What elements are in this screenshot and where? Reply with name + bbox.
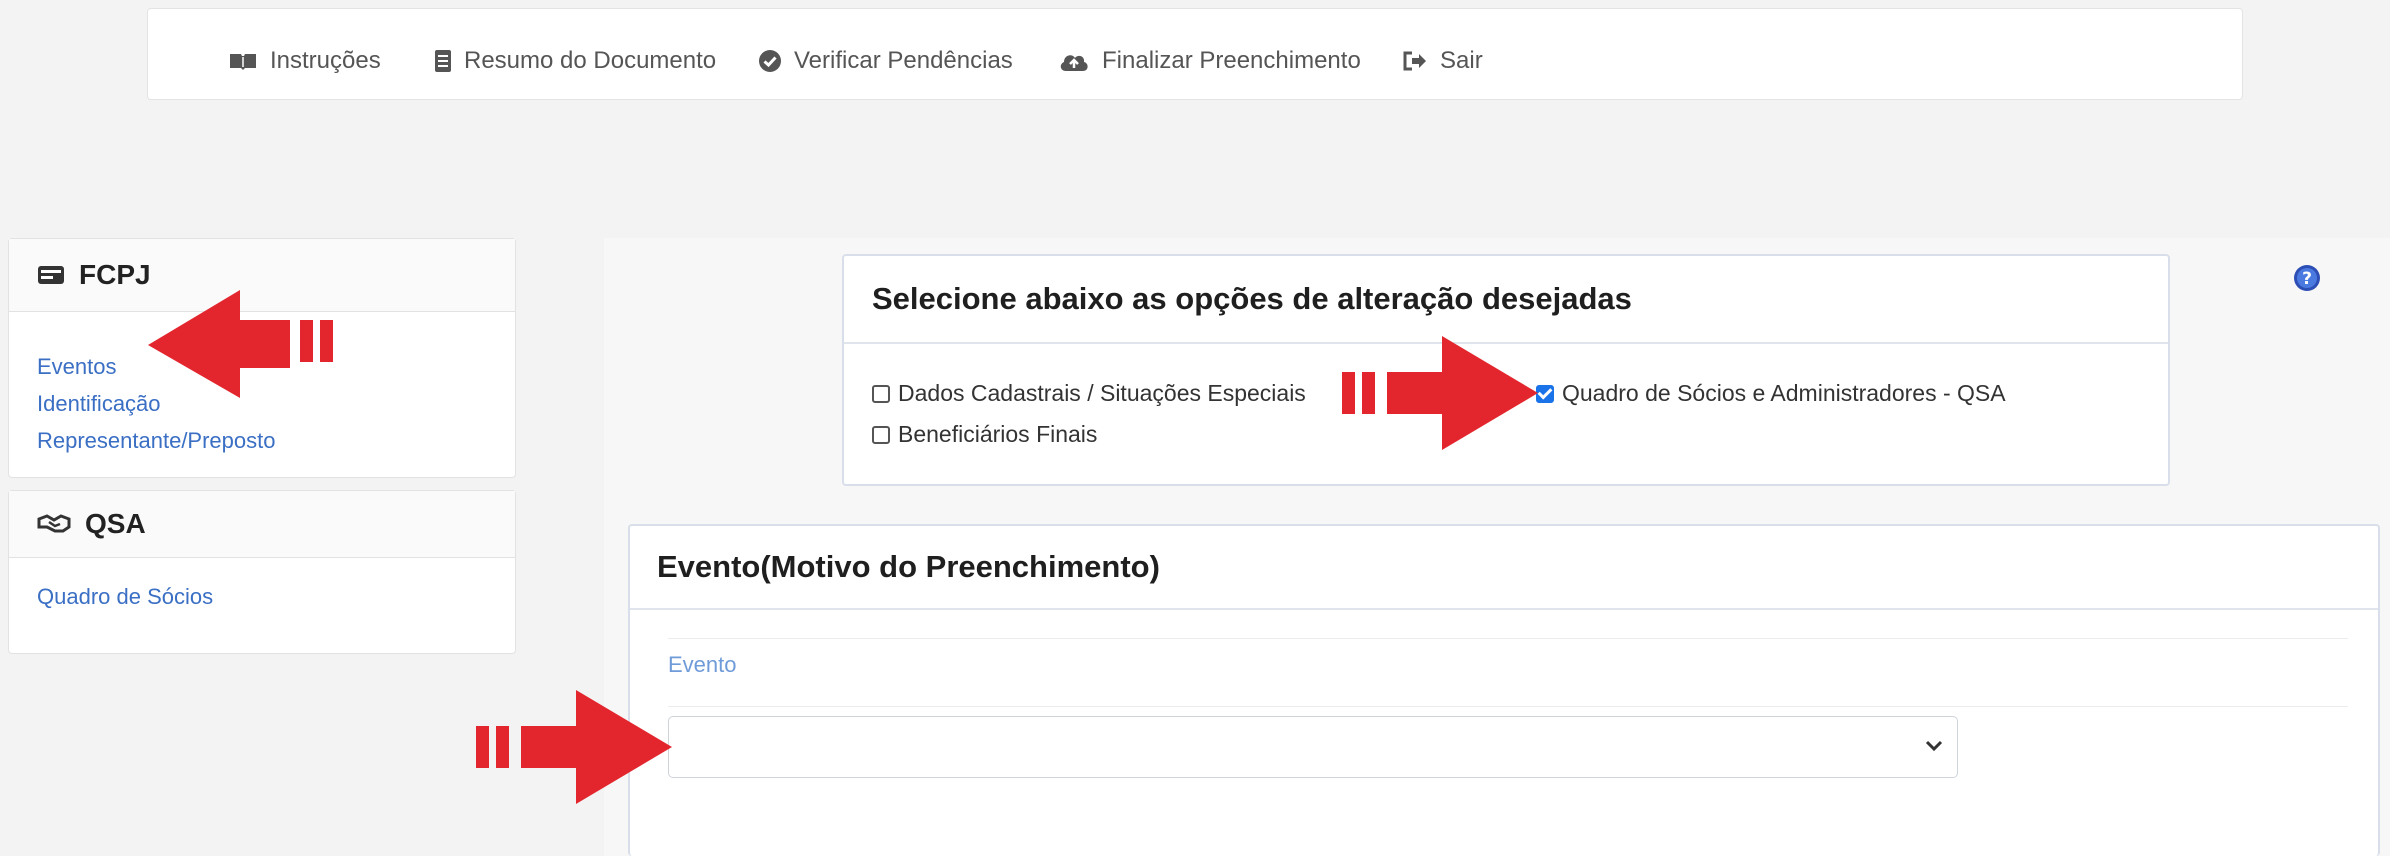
sidebar-qsa-title: QSA <box>85 508 146 539</box>
help-icon[interactable]: ? <box>2293 264 2321 292</box>
evento-field-label: Evento <box>668 652 737 677</box>
sidebar-item-representante-preposto[interactable]: Representante/Preposto <box>9 422 515 459</box>
annotation-arrow-right-qsa <box>1342 336 1538 450</box>
checkbox-beneficiarios-finais[interactable]: Beneficiários Finais <box>872 421 1097 448</box>
checkbox-quadro-socios-qsa-box[interactable] <box>1536 384 1554 403</box>
sign-out-icon <box>1403 51 1426 71</box>
checkbox-quadro-socios-qsa-label: Quadro de Sócios e Administradores - QSA <box>1562 380 2006 406</box>
id-card-icon <box>38 266 64 284</box>
nav-instrucoes[interactable]: Instruções <box>228 41 381 81</box>
sidebar-fcpj-title: FCPJ <box>79 259 151 290</box>
nav-resumo-documento-label: Resumo do Documento <box>464 47 717 74</box>
nav-finalizar-preenchimento[interactable]: Finalizar Preenchimento <box>1058 41 1361 81</box>
divider <box>668 638 2348 639</box>
handshake-icon <box>37 514 71 533</box>
annotation-arrow-right-select <box>476 690 672 804</box>
event-panel: Evento(Motivo do Preenchimento) Evento <box>628 524 2380 856</box>
check-circle-icon <box>759 50 781 72</box>
nav-sair[interactable]: Sair <box>1402 41 1483 81</box>
event-panel-title: Evento(Motivo do Preenchimento) <box>630 526 2378 610</box>
annotation-arrow-left <box>148 290 333 398</box>
book-icon <box>230 54 256 70</box>
checkbox-beneficiarios-finais-label: Beneficiários Finais <box>898 421 1098 447</box>
nav-finalizar-preenchimento-label: Finalizar Preenchimento <box>1102 47 1361 74</box>
checkbox-dados-cadastrais[interactable]: Dados Cadastrais / Situações Especiais <box>872 380 1306 407</box>
cloud-upload-icon <box>1060 55 1088 71</box>
chevron-down-icon <box>1925 740 1943 752</box>
sidebar-item-quadro-de-socios[interactable]: Quadro de Sócios <box>9 578 515 615</box>
checkbox-dados-cadastrais-label: Dados Cadastrais / Situações Especiais <box>898 380 1306 406</box>
nav-resumo-documento[interactable]: Resumo do Documento <box>434 41 716 81</box>
evento-select[interactable] <box>668 716 1958 778</box>
sidebar-qsa-panel: QSA Quadro de Sócios <box>8 490 516 654</box>
options-panel-title: Selecione abaixo as opções de alteração … <box>844 256 2168 344</box>
top-navbar: Instruções Resumo do Documento Verificar… <box>147 8 2243 100</box>
nav-verificar-pendencias-label: Verificar Pendências <box>794 47 1013 74</box>
nav-instrucoes-label: Instruções <box>270 47 381 74</box>
checkbox-dados-cadastrais-box[interactable] <box>872 384 890 403</box>
checkbox-beneficiarios-finais-box[interactable] <box>872 425 890 444</box>
sidebar-qsa-header: QSA <box>9 491 515 558</box>
divider <box>668 706 2348 707</box>
svg-text:?: ? <box>2302 269 2312 289</box>
nav-verificar-pendencias[interactable]: Verificar Pendências <box>758 41 1013 81</box>
nav-sair-label: Sair <box>1440 47 1483 74</box>
document-icon <box>435 50 451 72</box>
checkbox-quadro-socios-qsa[interactable]: Quadro de Sócios e Administradores - QSA <box>1536 380 2006 407</box>
